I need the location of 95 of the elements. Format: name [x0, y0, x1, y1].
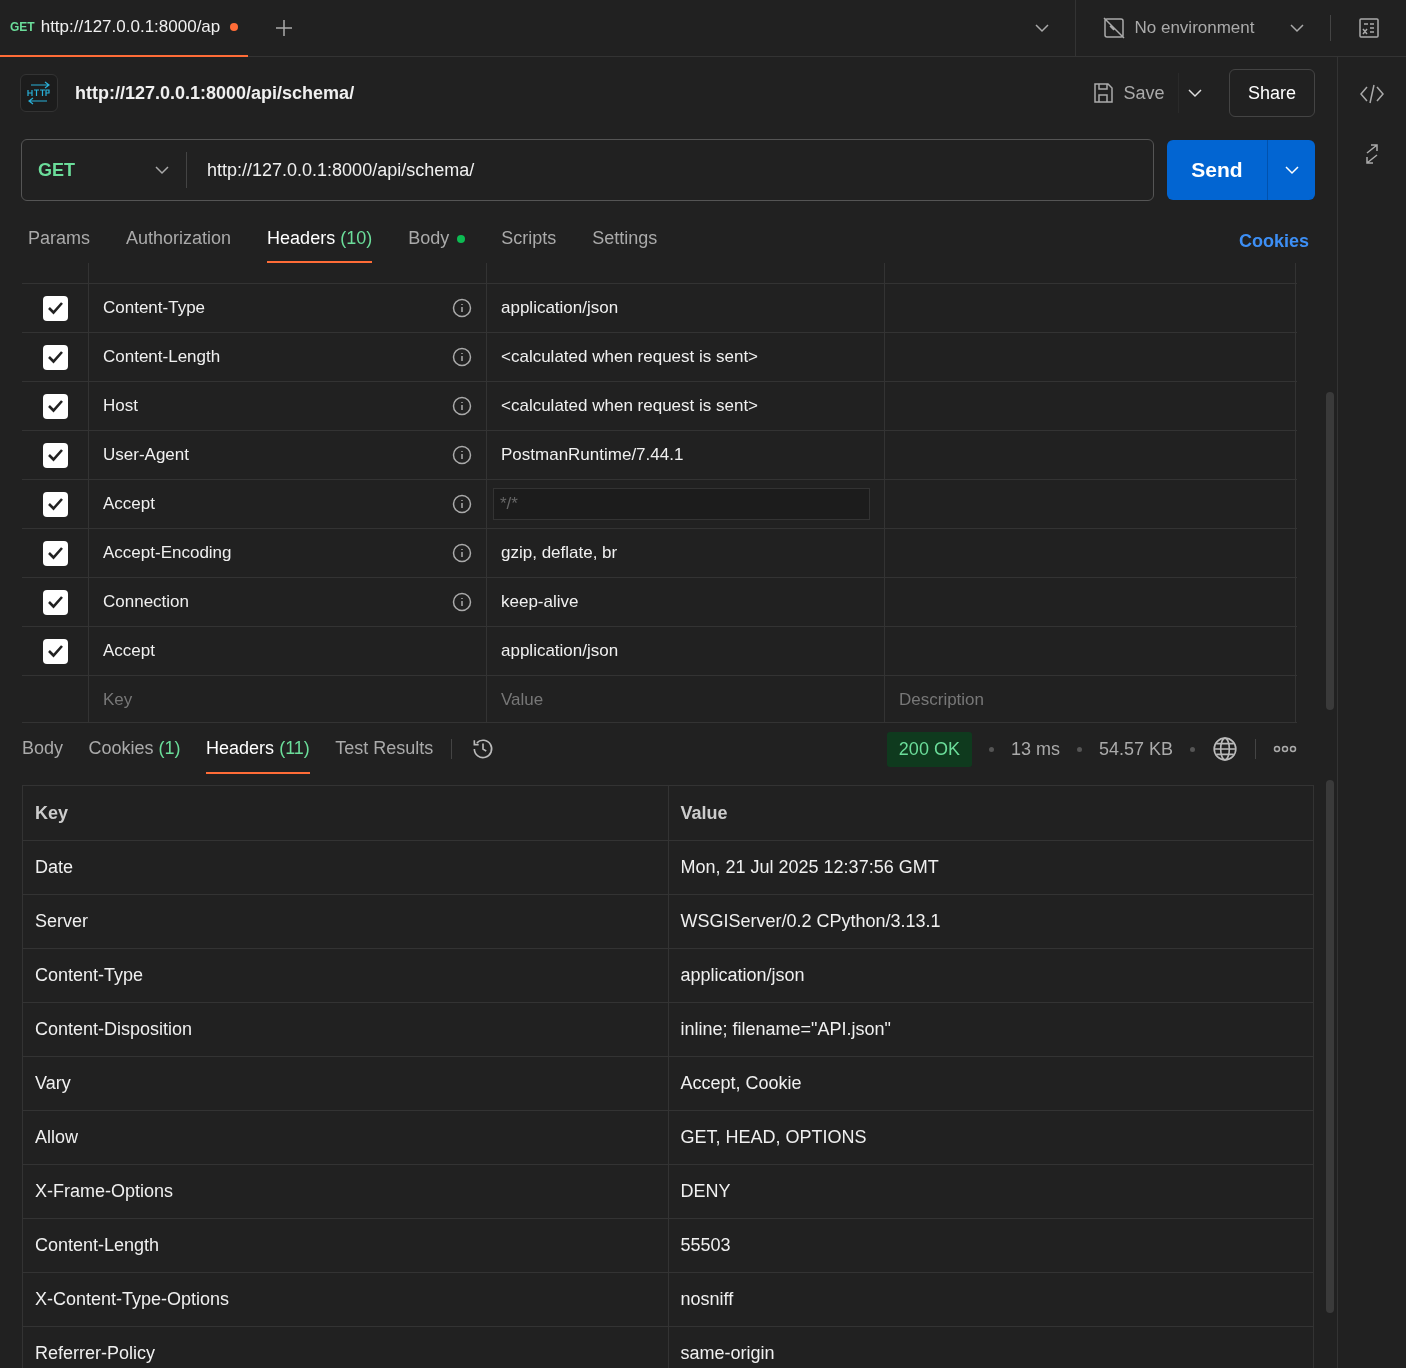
url-bar[interactable]: GET http://127.0.0.1:8000/api/schema/ — [21, 139, 1155, 201]
header-key: Connection — [103, 589, 189, 615]
variables-icon[interactable] — [1356, 16, 1381, 40]
table-cell: Allow — [22, 1110, 668, 1165]
request-title: http://127.0.0.1:8000/api/schema/ — [75, 81, 355, 105]
response-tab[interactable]: Headers (11) — [206, 724, 310, 774]
checkbox[interactable] — [42, 295, 68, 321]
plus-icon[interactable] — [273, 18, 294, 38]
table-cell: GET, HEAD, OPTIONS — [668, 1110, 1314, 1165]
checkbox[interactable] — [42, 589, 68, 615]
response-tab[interactable]: Cookies (1) — [88, 724, 181, 774]
header-key: Host — [103, 393, 138, 419]
info-icon[interactable] — [452, 347, 472, 367]
request-tab[interactable]: GET http://127.0.0.1:8000/ap — [0, 0, 249, 57]
table-cell: Referrer-Policy — [22, 1326, 668, 1368]
table-cell: 55503 — [668, 1218, 1314, 1273]
check-icon — [46, 644, 64, 658]
send-button[interactable]: Send — [1167, 140, 1267, 200]
checkbox[interactable] — [42, 344, 68, 370]
header-value: <calculated when request is sent> — [501, 346, 759, 369]
header-key: Accept-Encoding — [103, 540, 232, 566]
info-icon[interactable] — [452, 592, 472, 612]
response-tab[interactable]: Body — [22, 724, 64, 774]
table-cell: Server — [22, 894, 668, 949]
header-value: application/json — [501, 297, 619, 320]
header-key: Content-Length — [103, 344, 221, 370]
response-tab[interactable]: Test Results — [335, 724, 434, 774]
info-icon[interactable] — [452, 543, 472, 563]
header-value: keep-alive — [501, 591, 579, 614]
header-key: Accept — [103, 491, 155, 517]
table-cell: WSGIServer/0.2 CPython/3.13.1 — [668, 894, 1314, 949]
request-tab[interactable]: Headers (10) — [267, 225, 373, 263]
header-value: PostmanRuntime/7.44.1 — [501, 444, 684, 467]
checkbox[interactable] — [42, 442, 68, 468]
table-cell: DENY — [668, 1164, 1314, 1219]
check-icon — [46, 546, 64, 560]
share-button[interactable]: Share — [1228, 69, 1315, 117]
check-icon — [46, 301, 64, 315]
check-icon — [46, 595, 64, 609]
method-selector[interactable]: GET — [22, 152, 187, 188]
table-cell: X-Content-Type-Options — [22, 1272, 668, 1327]
code-icon[interactable] — [1359, 83, 1385, 105]
checkbox[interactable] — [42, 540, 68, 566]
column-header: Value — [668, 785, 1314, 841]
header-value: <calculated when request is sent> — [501, 395, 759, 418]
table-cell: nosniff — [668, 1272, 1314, 1327]
http-icon — [20, 74, 58, 112]
table-cell: inline; filename="API.json" — [668, 1002, 1314, 1057]
header-key: User-Agent — [103, 442, 189, 468]
request-tab[interactable]: Settings — [592, 225, 658, 263]
table-cell: application/json — [668, 948, 1314, 1003]
status-badge: 200 OK — [886, 731, 972, 767]
table-cell: Content-Type — [22, 948, 668, 1003]
placeholder-text[interactable]: Description — [899, 687, 985, 713]
scrollbar[interactable] — [1326, 780, 1334, 1313]
table-cell: Vary — [22, 1056, 668, 1111]
table-cell: X-Frame-Options — [22, 1164, 668, 1219]
header-key: Accept — [103, 638, 155, 664]
column-header: Key — [22, 785, 668, 841]
table-cell: Content-Disposition — [22, 1002, 668, 1057]
check-icon — [46, 497, 64, 511]
request-tab[interactable]: Body — [408, 225, 466, 263]
no-environment-icon — [1102, 16, 1126, 40]
checkbox[interactable] — [42, 393, 68, 419]
info-icon[interactable] — [452, 494, 472, 514]
save-button[interactable]: Save — [1084, 78, 1171, 108]
response-size: 54.57 KB — [1098, 737, 1173, 761]
placeholder-text[interactable]: Value — [501, 687, 544, 713]
header-value: application/json — [501, 640, 619, 663]
response-time: 13 ms — [1010, 737, 1060, 761]
collapse-icon[interactable] — [1363, 143, 1381, 165]
info-icon[interactable] — [452, 396, 472, 416]
environment-selector[interactable]: No environment — [1076, 15, 1330, 41]
request-tab[interactable]: Authorization — [126, 225, 232, 263]
check-icon — [46, 399, 64, 413]
header-value: gzip, deflate, br — [501, 542, 618, 565]
request-tab[interactable]: Params — [28, 225, 90, 263]
check-icon — [46, 350, 64, 364]
request-tab[interactable]: Scripts — [501, 225, 557, 263]
header-key: Content-Type — [103, 295, 206, 321]
checkbox[interactable] — [42, 491, 68, 517]
scrollbar[interactable] — [1326, 392, 1334, 710]
table-cell: Accept, Cookie — [668, 1056, 1314, 1111]
header-value-field[interactable]: */* — [493, 488, 870, 520]
check-icon — [46, 448, 64, 462]
table-cell: Date — [22, 840, 668, 895]
globe-icon[interactable] — [1212, 736, 1238, 762]
more-icon[interactable] — [1273, 745, 1297, 753]
table-cell: Content-Length — [22, 1218, 668, 1273]
cookies-link[interactable]: Cookies — [1238, 227, 1309, 255]
checkbox[interactable] — [42, 638, 68, 664]
info-icon[interactable] — [452, 445, 472, 465]
placeholder-text[interactable]: Key — [103, 687, 133, 713]
table-cell: Mon, 21 Jul 2025 12:37:56 GMT — [668, 840, 1314, 895]
info-icon[interactable] — [452, 298, 472, 318]
